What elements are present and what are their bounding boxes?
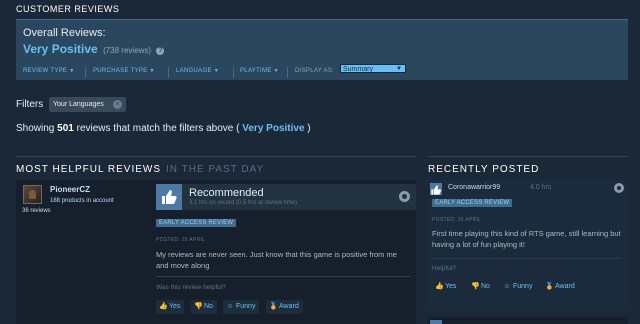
vote-yes-button[interactable]: 👍 Yes bbox=[432, 280, 460, 294]
award-button[interactable]: 🏅 Award bbox=[266, 300, 303, 314]
thumbs-up-icon bbox=[156, 184, 182, 210]
filter-language-label: LANGUAGE bbox=[176, 68, 212, 74]
recently-posted-title: RECENTLY POSTED bbox=[428, 164, 540, 175]
showing-prefix: Showing bbox=[16, 123, 55, 134]
thumbs-down-icon: 👎 bbox=[471, 283, 480, 290]
vote-no-button[interactable]: 👎 No bbox=[191, 300, 217, 314]
filter-purchase-type-label: PURCHASE TYPE bbox=[93, 68, 148, 74]
reviewer-products[interactable]: 188 products in account bbox=[50, 198, 114, 204]
thumbs-down-icon: 👎 bbox=[194, 303, 203, 310]
award-label: Award bbox=[555, 283, 575, 290]
chevron-down-icon: ▼ bbox=[273, 68, 279, 74]
review-header[interactable]: Recommended 3.1 hrs on record (0.5 hrs a… bbox=[156, 184, 416, 210]
recent-review-text: First time playing this kind of RTS game… bbox=[432, 229, 621, 249]
review-divider bbox=[156, 276, 411, 277]
overall-rating-text[interactable]: Very Positive bbox=[23, 42, 98, 56]
showing-summary: Showing 501 reviews that match the filte… bbox=[16, 123, 311, 134]
vote-yes-label: Yes bbox=[169, 303, 181, 310]
overall-rating: Very Positive (738 reviews) ? bbox=[23, 42, 165, 56]
vote-funny-button[interactable]: ☺ Funny bbox=[223, 300, 260, 314]
most-helpful-period: IN THE PAST DAY bbox=[166, 164, 265, 175]
question-icon[interactable]: ? bbox=[156, 47, 165, 55]
smiley-icon: ☺ bbox=[503, 283, 511, 290]
section-divider bbox=[16, 156, 416, 157]
avatar[interactable] bbox=[23, 185, 42, 204]
recent-posted-date: POSTED: 26 APRIL bbox=[432, 217, 482, 223]
overall-reviews-panel: Overall Reviews: Very Positive (738 revi… bbox=[16, 19, 628, 80]
reviewer-name[interactable]: PioneerCZ bbox=[50, 185, 90, 194]
showing-middle: reviews that match the filters above ( bbox=[76, 123, 240, 134]
review-filter-bar: REVIEW TYPE ▼ PURCHASE TYPE ▼ LANGUAGE ▼ PL… bbox=[16, 64, 628, 81]
recent-reviewer-name[interactable]: Coronawarrior99 bbox=[448, 184, 500, 191]
reviewer-review-count[interactable]: 36 reviews bbox=[22, 208, 51, 214]
chevron-down-icon: ▼ bbox=[396, 66, 402, 72]
filter-playtime[interactable]: PLAYTIME ▼ bbox=[240, 68, 279, 74]
vote-funny-label: Funny bbox=[236, 303, 256, 310]
early-access-badge: EARLY ACCESS REVIEW bbox=[156, 219, 237, 227]
early-access-badge: EARLY ACCESS REVIEW bbox=[432, 199, 513, 207]
active-filter-chip-label: Your Languages bbox=[53, 101, 104, 108]
filter-divider bbox=[168, 67, 169, 78]
vote-funny-label: Funny bbox=[513, 283, 533, 290]
steam-icon bbox=[614, 183, 624, 193]
section-divider bbox=[428, 156, 628, 157]
chevron-down-icon: ▼ bbox=[69, 68, 75, 74]
recent-review-hours: 4.0 hrs bbox=[530, 184, 552, 191]
thumbs-up-icon bbox=[430, 320, 442, 324]
active-filter-chip[interactable]: Your Languages × bbox=[49, 97, 126, 112]
vote-no-label: No bbox=[481, 283, 490, 290]
review-divider bbox=[432, 258, 622, 259]
recent-review-card: Coronawarrior99 4.0 hrs EARLY ACCESS REV… bbox=[428, 180, 628, 311]
recent-helpful-question: Helpful? bbox=[432, 265, 456, 272]
chevron-down-icon: ▼ bbox=[213, 68, 219, 74]
filters-label: Filters bbox=[16, 99, 44, 110]
filter-review-type[interactable]: REVIEW TYPE ▼ bbox=[23, 68, 74, 74]
showing-rating: Very Positive bbox=[242, 123, 305, 134]
review-verdict: Recommended bbox=[189, 187, 264, 199]
thumbs-up-icon: 👍 bbox=[159, 303, 168, 310]
overall-review-count: (738 reviews) bbox=[103, 46, 152, 55]
most-helpful-title: MOST HELPFUL REVIEWS IN THE PAST DAY bbox=[16, 164, 264, 175]
filter-review-type-label: REVIEW TYPE bbox=[23, 68, 68, 74]
filter-divider bbox=[85, 67, 86, 78]
smiley-icon: ☺ bbox=[226, 303, 234, 310]
vote-no-label: No bbox=[204, 303, 213, 310]
vote-yes-button[interactable]: 👍 Yes bbox=[156, 300, 185, 314]
showing-count: 501 bbox=[57, 123, 74, 134]
review-text: My reviews are never seen. Just know tha… bbox=[156, 250, 397, 270]
award-button[interactable]: 🏅 Award bbox=[542, 280, 579, 294]
filter-divider bbox=[287, 67, 288, 78]
award-icon: 🏅 bbox=[269, 303, 278, 310]
vote-funny-button[interactable]: ☺ Funny bbox=[500, 280, 536, 294]
review-card: PioneerCZ 188 products in account 36 rev… bbox=[16, 180, 416, 324]
thumbs-up-icon bbox=[430, 183, 442, 195]
vote-no-button[interactable]: 👎 No bbox=[468, 280, 494, 294]
next-review-card[interactable] bbox=[428, 317, 628, 324]
review-hours: 3.1 hrs on record (0.5 hrs at review tim… bbox=[189, 200, 298, 206]
display-as-value: Summary bbox=[343, 66, 373, 73]
helpful-question: Was this review helpful? bbox=[156, 284, 226, 291]
customer-reviews-title: CUSTOMER REVIEWS bbox=[16, 4, 120, 14]
filter-divider bbox=[233, 67, 234, 78]
thumbs-up-icon: 👍 bbox=[435, 283, 444, 290]
filter-purchase-type[interactable]: PURCHASE TYPE ▼ bbox=[93, 68, 155, 74]
showing-suffix: ) bbox=[307, 123, 311, 134]
filter-playtime-label: PLAYTIME bbox=[240, 68, 272, 74]
steam-icon bbox=[399, 191, 410, 202]
most-helpful-label: MOST HELPFUL REVIEWS bbox=[16, 164, 162, 175]
chevron-down-icon: ▼ bbox=[149, 68, 155, 74]
overall-reviews-label: Overall Reviews: bbox=[23, 27, 106, 39]
vote-yes-label: Yes bbox=[445, 283, 457, 290]
close-icon[interactable]: × bbox=[113, 100, 122, 109]
award-label: Award bbox=[279, 303, 299, 310]
display-as-select[interactable]: Summary ▼ bbox=[340, 64, 406, 73]
filter-language[interactable]: LANGUAGE ▼ bbox=[176, 68, 219, 74]
display-as-label: DISPLAY AS: bbox=[295, 68, 335, 74]
review-posted-date: POSTED: 26 APRIL bbox=[156, 237, 206, 243]
award-icon: 🏅 bbox=[545, 283, 554, 290]
